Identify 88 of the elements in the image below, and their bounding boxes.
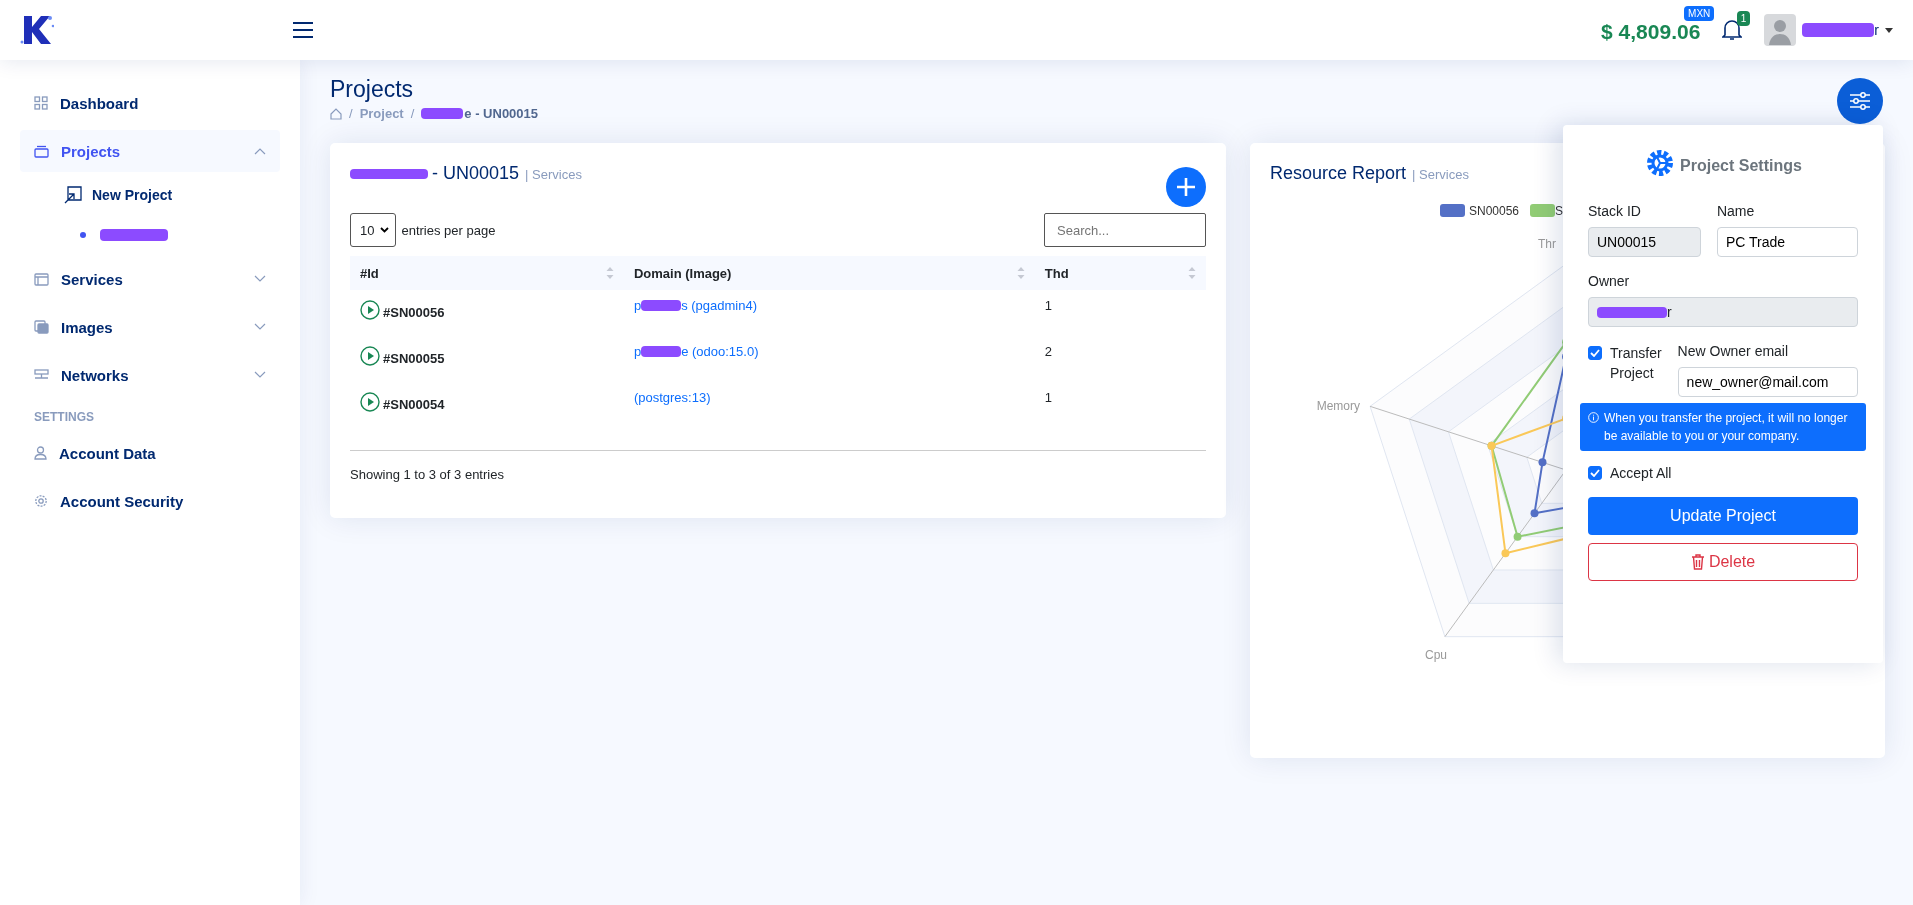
column-header[interactable]: Domain (Image) (623, 256, 1035, 290)
table-cell-text: 2 (1043, 343, 1053, 361)
service-id: #SN00055 (383, 351, 445, 366)
info-text: When you transfer the project, it will no longer be available to you or your company. (1604, 410, 1849, 445)
chevron-icon (254, 275, 266, 283)
tray-icon (34, 144, 49, 158)
field-label: Stack ID (1588, 203, 1642, 219)
home-icon[interactable] (330, 107, 342, 120)
grid-icon (34, 96, 48, 110)
avatar[interactable] (1764, 14, 1797, 46)
search-field[interactable]: Search... (1044, 213, 1206, 247)
column-header[interactable]: Thd (1034, 256, 1206, 290)
section-title: SETTINGS (33, 409, 95, 426)
panel-title: Project Settings (1680, 157, 1802, 175)
axis-label: Thr (1538, 237, 1556, 251)
axis-label: Memory (1316, 399, 1360, 413)
legend-label: S (1555, 204, 1563, 218)
card-subtitle: | Services (525, 167, 582, 182)
play-icon[interactable] (360, 300, 380, 320)
chevron-icon (254, 371, 266, 379)
plus-icon (1176, 177, 1196, 197)
menu-button[interactable] (292, 21, 314, 39)
owner-field[interactable]: r (1588, 297, 1858, 327)
gear-icon (34, 494, 48, 508)
service-id: #SN00054 (383, 397, 445, 412)
sidebar-item[interactable]: Account Security (20, 480, 280, 522)
checkbox-label: Transfer Project (1610, 344, 1662, 383)
caret-icon[interactable] (1885, 27, 1893, 33)
person-icon (34, 446, 47, 460)
field-label: New Owner email (1677, 343, 1790, 359)
play-icon[interactable] (360, 346, 380, 366)
bell-icon[interactable] (1722, 19, 1743, 41)
redaction-bar (100, 229, 168, 241)
logo-icon[interactable] (20, 14, 54, 46)
update-button[interactable]: Update Project (1588, 497, 1858, 535)
page-size-label: entries per page (401, 222, 496, 238)
column-header[interactable]: #Id (350, 256, 624, 290)
sidebar-item[interactable]: Services (20, 258, 280, 300)
delete-button[interactable]: Delete (1588, 543, 1858, 581)
service-id: #SN00056 (383, 305, 445, 320)
play-icon[interactable] (360, 392, 380, 412)
page-size-select[interactable]: 10 (350, 213, 397, 247)
axis-label: Cpu (1425, 648, 1447, 662)
sidebar-subitem[interactable]: New Project (20, 176, 280, 214)
domain-link[interactable]: (postgres:13) (633, 390, 711, 405)
add-button[interactable] (1166, 167, 1206, 207)
card-title: Resource Report (1270, 163, 1407, 184)
bullet-dot (80, 232, 86, 238)
domain-link[interactable]: p e (odoo:15.0) (633, 344, 759, 359)
chevron-icon (254, 147, 266, 155)
checkbox-label: Accept All (1610, 464, 1672, 483)
trash-icon (1690, 554, 1705, 570)
sliders-icon (1849, 91, 1871, 111)
info-icon (1588, 412, 1599, 423)
card-subtitle: | Services (1412, 167, 1469, 182)
card-title: - UN00015 (432, 163, 520, 184)
field-label: Name (1716, 203, 1756, 219)
table-cell: 1 (1034, 290, 1206, 336)
sidebar-item[interactable]: Dashboard (20, 82, 280, 124)
network-icon (34, 369, 49, 381)
table-cell-text: 1 (1043, 389, 1053, 407)
chevron-icon (254, 323, 266, 331)
window-icon (34, 272, 49, 286)
sidebar-item[interactable]: Images (20, 306, 280, 348)
stack-id-field[interactable]: UN00015 (1588, 227, 1701, 257)
caret-icon (380, 227, 390, 233)
notification-badge: 1 (1736, 11, 1751, 26)
breadcrumb-current: e - UN00015 (464, 106, 539, 121)
settings-button[interactable] (1837, 78, 1883, 124)
transfer-checkbox[interactable] (1588, 346, 1602, 360)
arrow-out-icon (64, 186, 82, 204)
currency-badge: MXN (1684, 6, 1715, 21)
breadcrumb-separator: / (410, 106, 415, 121)
balance-amount: $ 4,809.06 (1601, 20, 1701, 44)
page-title: Projects (330, 76, 414, 103)
table-info: Showing 1 to 3 of 3 entries (350, 467, 504, 482)
images-icon (34, 320, 49, 334)
sidebar-item[interactable]: Networks (20, 354, 280, 396)
sidebar-item[interactable]: Account Data (20, 432, 280, 474)
user-name[interactable]: r (1874, 22, 1879, 38)
breadcrumb-separator: / (349, 106, 353, 121)
name-field[interactable]: PC Trade (1716, 227, 1858, 257)
field-label: Owner (1588, 273, 1631, 289)
domain-link[interactable]: p s (pgadmin4) (633, 298, 757, 313)
accept-checkbox[interactable] (1588, 466, 1602, 480)
email-field[interactable]: new_owner@mail.com (1677, 367, 1858, 397)
sidebar-item[interactable]: Projects (20, 130, 280, 172)
legend-label: SN00056 (1469, 204, 1520, 218)
